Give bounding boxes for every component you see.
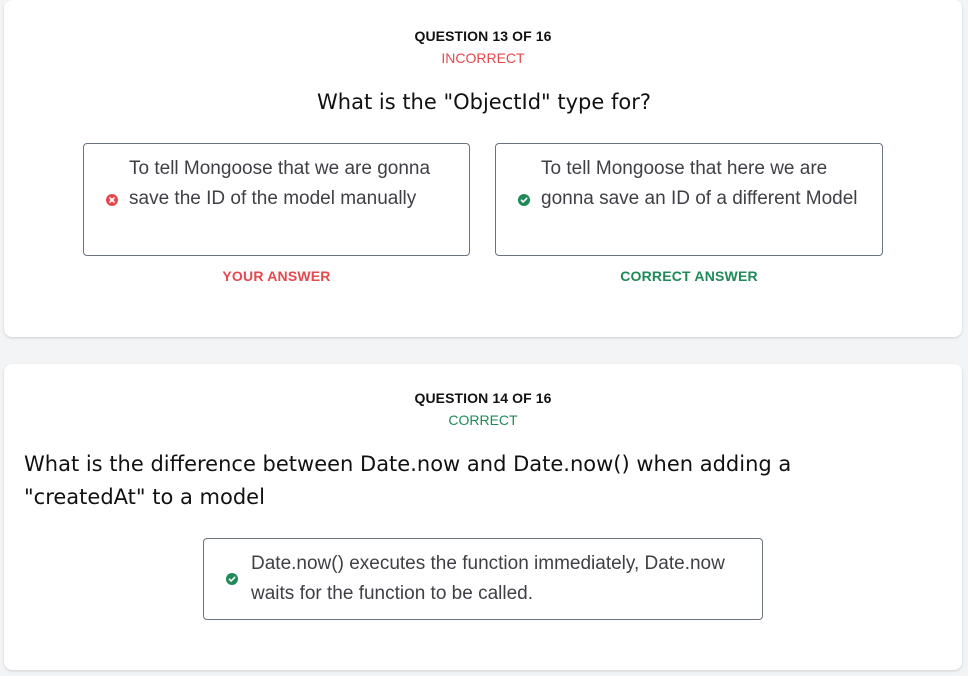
- question-counter: QUESTION 14 OF 16: [414, 390, 552, 406]
- correct-answer-label: CORRECT ANSWER: [620, 268, 758, 284]
- question-counter: QUESTION 13 OF 16: [414, 28, 552, 44]
- answer-text: Date.now() executes the function immedia…: [251, 553, 725, 604]
- your-answer-option: To tell Mongoose that we are gonna save …: [83, 143, 470, 256]
- your-answer-text: To tell Mongoose that we are gonna save …: [129, 158, 431, 209]
- x-circle-icon: [106, 194, 118, 206]
- status-correct: CORRECT: [448, 412, 518, 428]
- check-circle-icon: [226, 573, 238, 585]
- status-incorrect: INCORRECT: [441, 50, 525, 66]
- question-card-14: QUESTION 14 OF 16 CORRECT: [4, 364, 962, 670]
- correct-answer-option: To tell Mongoose that here we are gonna …: [495, 143, 883, 256]
- question-text: What is the "ObjectId" type for?: [317, 90, 651, 114]
- check-circle-icon: [518, 194, 530, 206]
- question-text: What is the difference between Date.now …: [24, 452, 792, 509]
- answer-option: Date.now() executes the function immedia…: [203, 538, 763, 620]
- your-answer-label: YOUR ANSWER: [222, 268, 331, 284]
- correct-answer-text: To tell Mongoose that here we are gonna …: [541, 158, 858, 209]
